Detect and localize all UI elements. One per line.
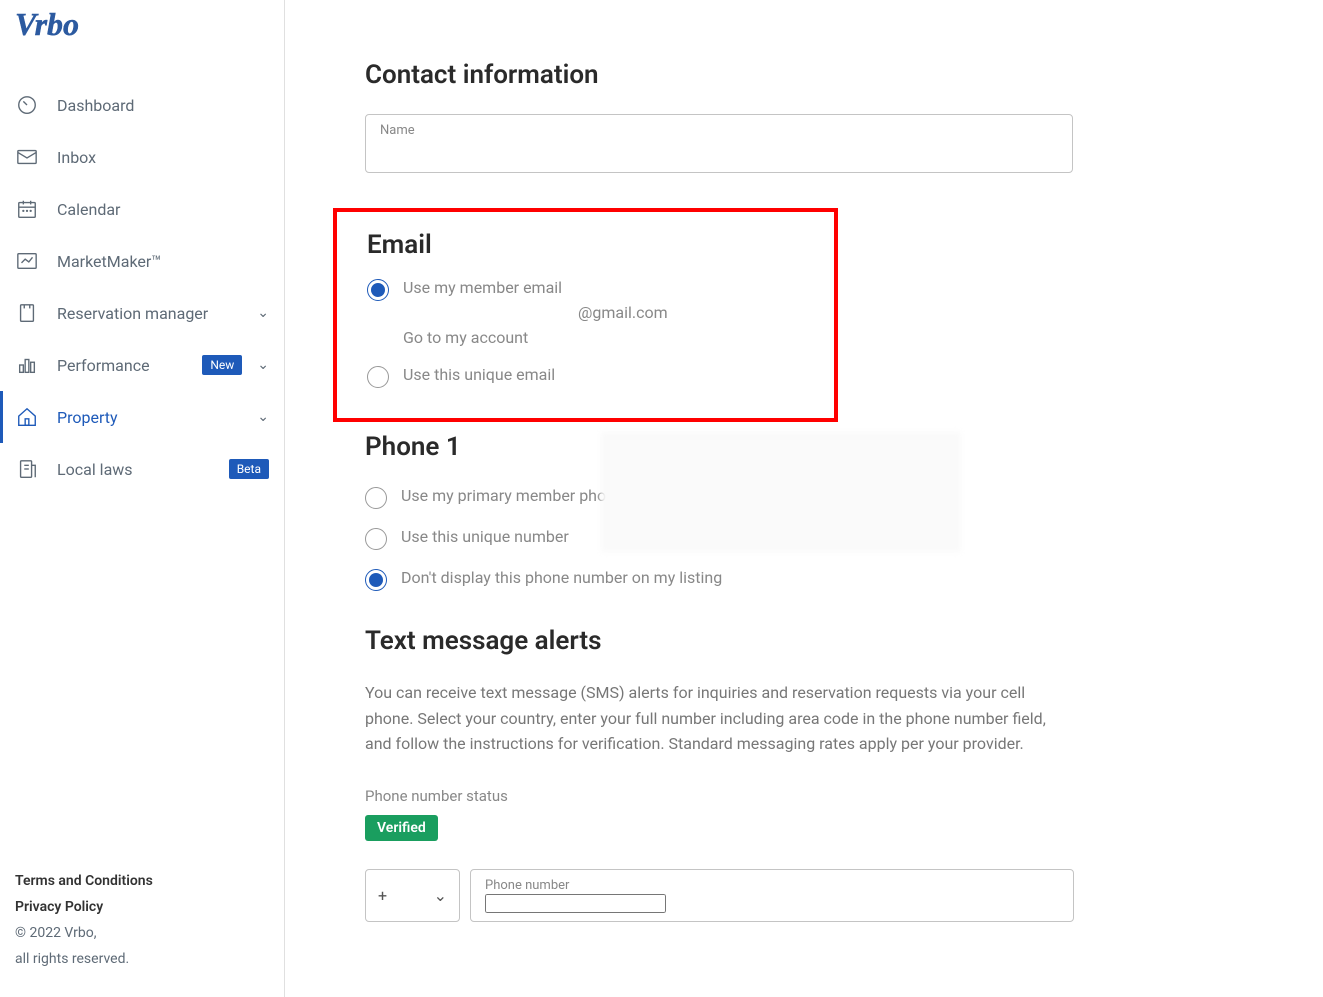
nav-label: Property <box>57 408 242 427</box>
chevron-down-icon: ⌄ <box>257 305 269 321</box>
phone-label: Phone number <box>485 878 1059 893</box>
sidebar-item-calendar[interactable]: Calendar <box>0 183 284 235</box>
name-field-wrap[interactable]: Name <box>365 114 1073 173</box>
email-option-unique[interactable]: Use this unique email <box>367 365 804 388</box>
nav-label: Local laws <box>57 460 221 479</box>
phone-option-hide[interactable]: Don't display this phone number on my li… <box>365 568 1243 591</box>
chevron-down-icon: ⌄ <box>257 409 269 425</box>
phone-status-label: Phone number status <box>365 787 1243 805</box>
nav-label: Reservation manager <box>57 304 242 323</box>
radio-label: Use my member email <box>403 278 668 297</box>
alerts-description: You can receive text message (SMS) alert… <box>365 680 1075 757</box>
chevron-down-icon: ⌄ <box>257 357 269 373</box>
performance-icon <box>15 353 39 377</box>
dashboard-icon <box>15 93 39 117</box>
radio-unselected-icon[interactable] <box>365 487 387 509</box>
sidebar-item-marketmaker[interactable]: MarketMaker™ <box>0 235 284 287</box>
text-alerts-section: Text message alerts You can receive text… <box>365 626 1243 922</box>
radio-unselected-icon[interactable] <box>365 528 387 550</box>
sidebar-item-inbox[interactable]: Inbox <box>0 131 284 183</box>
obscured-region <box>601 432 961 552</box>
sidebar-item-reservation[interactable]: Reservation manager ⌄ <box>0 287 284 339</box>
nav-list: Dashboard Inbox Calendar MarketMaker™ <box>0 79 284 853</box>
new-badge: New <box>202 355 242 375</box>
radio-label: Use this unique number <box>401 527 569 546</box>
sidebar-footer: Terms and Conditions Privacy Policy © 20… <box>0 853 284 997</box>
radio-label: Don't display this phone number on my li… <box>401 568 722 587</box>
radio-selected-icon[interactable] <box>367 279 389 301</box>
email-option-member[interactable]: Use my member email @gmail.com Go to my … <box>367 278 804 347</box>
beta-badge: Beta <box>229 459 269 479</box>
property-icon <box>15 405 39 429</box>
radio-label: Use this unique email <box>403 365 555 384</box>
rights-text: all rights reserved. <box>15 951 269 967</box>
nav-label: Calendar <box>57 200 269 219</box>
nav-label: Performance <box>57 356 194 375</box>
terms-link[interactable]: Terms and Conditions <box>15 873 269 889</box>
reservation-icon <box>15 301 39 325</box>
market-icon <box>15 249 39 273</box>
sidebar-item-property[interactable]: Property ⌄ <box>0 391 284 443</box>
email-highlight-box: Email Use my member email @gmail.com Go … <box>333 208 838 422</box>
sidebar: Vrbo Dashboard Inbox Calendar <box>0 0 285 997</box>
privacy-link[interactable]: Privacy Policy <box>15 899 269 915</box>
contact-section: Contact information Name <box>365 60 1243 173</box>
email-heading: Email <box>367 230 804 260</box>
name-label: Name <box>380 123 1058 138</box>
copyright-text: © 2022 Vrbo, <box>15 925 269 941</box>
country-prefix: + <box>378 886 387 905</box>
phone-section: Phone 1 Use my primary member phon Use t… <box>365 432 1243 591</box>
phone-input-row: + ⌄ Phone number <box>365 869 1243 922</box>
nav-label: Dashboard <box>57 96 269 115</box>
sidebar-item-dashboard[interactable]: Dashboard <box>0 79 284 131</box>
radio-unselected-icon[interactable] <box>367 366 389 388</box>
account-link[interactable]: Go to my account <box>403 328 668 347</box>
radio-selected-icon[interactable] <box>365 569 387 591</box>
name-input[interactable] <box>380 138 1058 164</box>
calendar-icon <box>15 197 39 221</box>
brand-logo[interactable]: Vrbo <box>0 5 284 79</box>
country-code-select[interactable]: + ⌄ <box>365 869 460 922</box>
nav-label: Inbox <box>57 148 269 167</box>
email-suffix: @gmail.com <box>403 303 668 322</box>
alerts-heading: Text message alerts <box>365 626 1243 656</box>
sidebar-item-performance[interactable]: Performance New ⌄ <box>0 339 284 391</box>
phone-number-input[interactable] <box>485 894 666 913</box>
main-content: Contact information Name Email Use my me… <box>285 0 1323 997</box>
phone-number-field-wrap[interactable]: Phone number <box>470 869 1074 922</box>
email-radio-group: Use my member email @gmail.com Go to my … <box>367 278 804 388</box>
verified-badge: Verified <box>365 815 438 841</box>
chevron-down-icon: ⌄ <box>434 886 447 905</box>
sidebar-item-local-laws[interactable]: Local laws Beta <box>0 443 284 495</box>
inbox-icon <box>15 145 39 169</box>
laws-icon <box>15 457 39 481</box>
radio-label: Use my primary member phon <box>401 486 615 505</box>
contact-heading: Contact information <box>365 60 1243 90</box>
svg-text:Vrbo: Vrbo <box>15 6 79 42</box>
nav-label: MarketMaker™ <box>57 252 269 271</box>
